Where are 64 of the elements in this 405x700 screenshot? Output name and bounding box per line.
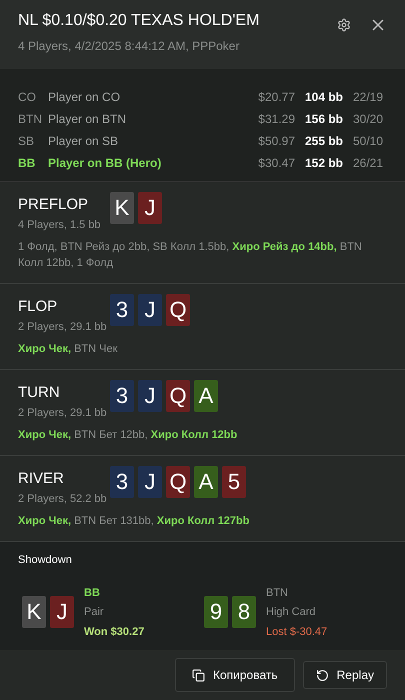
player-name: Player on CO xyxy=(48,89,122,106)
copy-icon xyxy=(192,668,206,682)
replay-icon xyxy=(316,668,329,682)
playing-card: A xyxy=(194,466,218,498)
playing-card: J xyxy=(138,192,162,224)
stack-amount: $50.97 xyxy=(257,133,295,150)
position-label: CO xyxy=(18,89,37,106)
action-log: 1 Фолд, BTN Рейз до 2bb, SB Колл 1.5bb, Хиро Рейз до 14bb, BTN Колл 12bb, 1 Фолд xyxy=(18,240,363,271)
stack-bb: 152 bb xyxy=(304,155,344,172)
action-log: Хиро Чек, BTN Чек xyxy=(18,342,118,357)
stack-bb: 104 bb xyxy=(304,89,344,106)
action-log: Хиро Чек, BTN Бет 131bb, Хиро Колл 127bb xyxy=(18,514,250,529)
player-name: Player on BB (Hero) xyxy=(48,155,162,172)
copy-button[interactable]: Копировать xyxy=(175,658,295,692)
position-label: BTN xyxy=(18,111,43,128)
settings-icon[interactable] xyxy=(337,18,351,32)
playing-card: K xyxy=(22,596,46,628)
player-stats: 30/20 xyxy=(353,111,384,128)
playing-card: J xyxy=(50,596,74,628)
street-info: 2 Players, 29.1 bb xyxy=(18,406,108,420)
playing-card: J xyxy=(138,294,162,326)
playing-card: J xyxy=(138,380,162,412)
position-label: BB xyxy=(84,586,101,600)
playing-card: K xyxy=(110,192,134,224)
playing-card: 3 xyxy=(110,466,134,498)
player-name: Player on BTN xyxy=(48,111,128,128)
player-name: Player on SB xyxy=(48,133,120,150)
stack-bb: 255 bb xyxy=(304,133,344,150)
action-log: Хиро Чек, BTN Бет 12bb, Хиро Колл 12bb xyxy=(18,428,238,443)
position-label: BTN xyxy=(266,586,289,600)
playing-card: 3 xyxy=(110,294,134,326)
stack-amount: $20.77 xyxy=(257,89,295,106)
stack-amount: $31.29 xyxy=(257,111,295,128)
street-name: TURN xyxy=(18,383,61,403)
playing-card: 5 xyxy=(222,466,246,498)
playing-card: A xyxy=(194,380,218,412)
playing-card: Q xyxy=(166,380,190,412)
player-stats: 50/10 xyxy=(353,133,384,150)
stack-amount: $30.47 xyxy=(257,155,295,172)
replay-button[interactable]: Replay xyxy=(302,661,387,689)
hand-result: Lost $-30.47 xyxy=(266,624,328,640)
playing-card: J xyxy=(138,466,162,498)
playing-card: 8 xyxy=(232,596,256,628)
player-stats: 26/21 xyxy=(353,155,384,172)
hand-rank: Pair xyxy=(84,605,105,620)
street-name: FLOP xyxy=(18,297,58,317)
street-info: 4 Players, 1.5 bb xyxy=(18,218,102,232)
street-info: 2 Players, 52.2 bb xyxy=(18,492,108,506)
position-label: BB xyxy=(18,155,36,172)
position-label: SB xyxy=(18,133,36,150)
street-name: PREFLOP xyxy=(18,195,90,215)
street-info: 2 Players, 29.1 bb xyxy=(18,320,108,334)
stack-bb: 156 bb xyxy=(304,111,344,128)
window-title: NL $0.10/$0.20 TEXAS HOLD'EM xyxy=(18,11,260,31)
showdown-title: Showdown xyxy=(18,553,73,568)
hand-subtitle: 4 Players, 4/2/2025 8:44:12 AM, PPPoker xyxy=(18,38,240,55)
playing-card: Q xyxy=(166,466,190,498)
playing-card: 9 xyxy=(204,596,228,628)
hand-rank: High Card xyxy=(266,605,317,620)
street-name: RIVER xyxy=(18,469,65,489)
player-stats: 22/19 xyxy=(353,89,384,106)
playing-card: 3 xyxy=(110,380,134,412)
hand-result: Won $30.27 xyxy=(84,624,144,640)
playing-card: Q xyxy=(166,294,190,326)
